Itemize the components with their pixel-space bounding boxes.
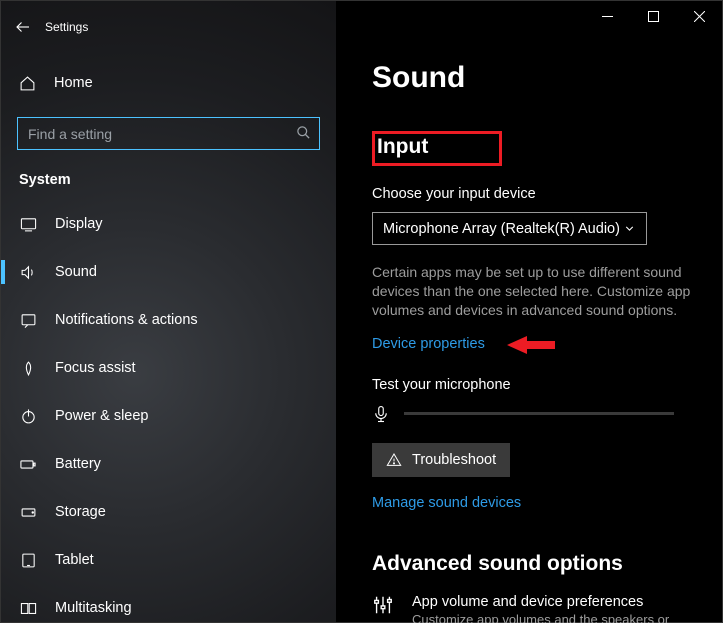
focus-assist-icon xyxy=(19,360,37,377)
window-controls xyxy=(584,1,722,31)
sidebar-item-focus-assist[interactable]: Focus assist xyxy=(1,344,336,392)
home-label: Home xyxy=(54,75,93,91)
nav-label: Sound xyxy=(55,264,97,280)
close-button[interactable] xyxy=(676,1,722,31)
microphone-icon xyxy=(372,403,390,425)
sidebar-item-power-sleep[interactable]: Power & sleep xyxy=(1,392,336,440)
adv-item-title: App volume and device preferences xyxy=(412,594,694,610)
sound-icon xyxy=(19,264,37,281)
mic-level-bar xyxy=(404,412,674,415)
sidebar-nav: Display Sound Notifications & actions Fo… xyxy=(1,200,336,623)
content: Sound Input Choose your input device Mic… xyxy=(336,1,722,623)
sidebar-home[interactable]: Home xyxy=(1,63,336,103)
settings-window: Settings Home System Display Sound xyxy=(0,0,723,623)
search-input[interactable] xyxy=(17,117,320,150)
notifications-icon xyxy=(19,312,37,329)
sidebar-item-battery[interactable]: Battery xyxy=(1,440,336,488)
titlebar-left: Settings xyxy=(1,9,336,45)
nav-label: Notifications & actions xyxy=(55,312,198,328)
app-volume-row[interactable]: App volume and device preferences Custom… xyxy=(372,594,694,623)
home-icon xyxy=(19,75,36,92)
search-wrap xyxy=(17,117,320,150)
nav-label: Battery xyxy=(55,456,101,472)
input-section: Input xyxy=(372,131,694,166)
adv-item-desc: Customize app volumes and the speakers o… xyxy=(412,612,694,623)
power-icon xyxy=(19,408,37,425)
arrow-annotation-icon xyxy=(507,333,555,357)
page-title: Sound xyxy=(372,61,694,95)
chevron-down-icon xyxy=(623,222,636,235)
storage-icon xyxy=(19,504,37,521)
input-device-dropdown[interactable]: Microphone Array (Realtek(R) Audio) xyxy=(372,212,647,245)
sliders-icon xyxy=(372,594,394,623)
close-icon xyxy=(694,11,705,22)
sidebar-item-tablet[interactable]: Tablet xyxy=(1,536,336,584)
device-properties-link[interactable]: Device properties xyxy=(372,336,485,352)
nav-label: Display xyxy=(55,216,103,232)
window-title: Settings xyxy=(45,20,88,34)
back-button[interactable] xyxy=(1,9,45,45)
nav-label: Storage xyxy=(55,504,106,520)
input-heading: Input xyxy=(372,131,502,166)
adv-item-text: App volume and device preferences Custom… xyxy=(412,594,694,623)
arrow-left-icon xyxy=(14,18,32,36)
minimize-button[interactable] xyxy=(584,1,630,31)
maximize-icon xyxy=(648,11,659,22)
maximize-button[interactable] xyxy=(630,1,676,31)
main-pane: Sound Input Choose your input device Mic… xyxy=(336,1,722,622)
section-label: System xyxy=(19,172,336,188)
manage-sound-devices-link[interactable]: Manage sound devices xyxy=(372,495,521,511)
dropdown-value: Microphone Array (Realtek(R) Audio) xyxy=(383,221,620,237)
minimize-icon xyxy=(602,11,613,22)
advanced-heading: Advanced sound options xyxy=(372,552,694,576)
nav-label: Power & sleep xyxy=(55,408,149,424)
test-mic-label: Test your microphone xyxy=(372,377,694,393)
warning-icon xyxy=(386,452,402,468)
search-icon xyxy=(296,125,311,140)
sidebar-item-display[interactable]: Display xyxy=(1,200,336,248)
nav-label: Multitasking xyxy=(55,600,132,616)
input-description: Certain apps may be set up to use differ… xyxy=(372,263,694,320)
tablet-icon xyxy=(19,552,37,569)
mic-test-row xyxy=(372,403,694,425)
sidebar-item-notifications[interactable]: Notifications & actions xyxy=(1,296,336,344)
sidebar-item-multitasking[interactable]: Multitasking xyxy=(1,584,336,623)
battery-icon xyxy=(19,456,37,473)
sidebar-item-storage[interactable]: Storage xyxy=(1,488,336,536)
troubleshoot-label: Troubleshoot xyxy=(412,452,496,468)
sidebar-item-sound[interactable]: Sound xyxy=(1,248,336,296)
nav-label: Focus assist xyxy=(55,360,136,376)
choose-input-label: Choose your input device xyxy=(372,186,694,202)
troubleshoot-button[interactable]: Troubleshoot xyxy=(372,443,510,477)
multitasking-icon xyxy=(19,600,37,617)
display-icon xyxy=(19,216,37,233)
device-properties-row: Device properties xyxy=(372,320,694,353)
nav-label: Tablet xyxy=(55,552,94,568)
sidebar: Settings Home System Display Sound xyxy=(1,1,336,622)
